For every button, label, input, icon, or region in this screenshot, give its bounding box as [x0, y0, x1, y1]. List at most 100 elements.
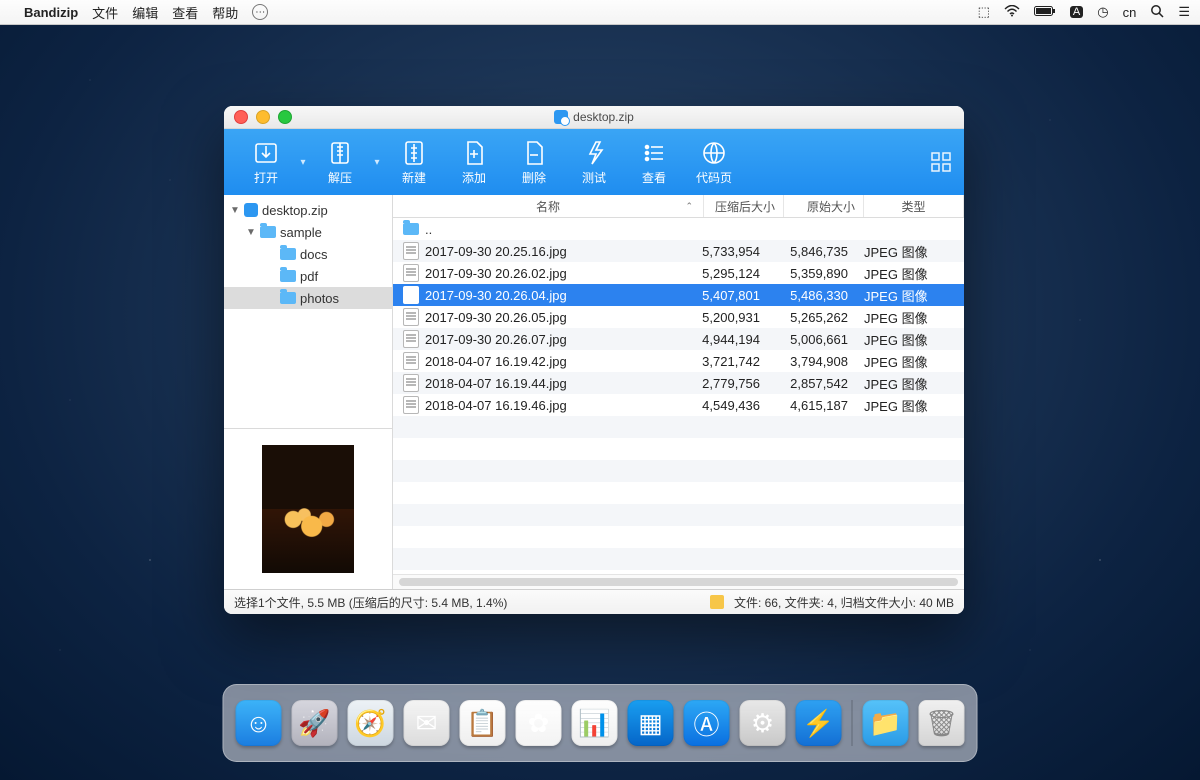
- view-icon: [640, 139, 668, 167]
- empty-row: [393, 460, 964, 482]
- menu-help[interactable]: 帮助: [212, 3, 238, 22]
- file-icon: [403, 308, 419, 326]
- input-method-indicator[interactable]: A: [1070, 6, 1083, 18]
- dock-bandizip[interactable]: ⚡: [796, 700, 842, 746]
- file-row[interactable]: 2018-04-07 16.19.42.jpg3,721,7423,794,90…: [393, 350, 964, 372]
- parent-folder-row[interactable]: ..: [393, 218, 964, 240]
- window-minimize-button[interactable]: [256, 110, 270, 124]
- file-compressed-size: 4,549,436: [680, 398, 768, 413]
- file-rows: .. 2017-09-30 20.25.16.jpg5,733,9545,846…: [393, 218, 964, 574]
- toolbar-extract-dropdown[interactable]: ▾: [370, 157, 384, 168]
- menu-view[interactable]: 查看: [172, 3, 198, 22]
- file-icon: [403, 352, 419, 370]
- col-header-compressed[interactable]: 压缩后大小: [704, 195, 784, 217]
- file-original-size: 5,359,890: [768, 266, 856, 281]
- file-row[interactable]: 2017-09-30 20.26.05.jpg5,200,9315,265,26…: [393, 306, 964, 328]
- file-name: 2017-09-30 20.26.05.jpg: [425, 310, 567, 325]
- file-type: JPEG 图像: [856, 242, 964, 261]
- open-icon: [252, 139, 280, 167]
- tree-node-docs[interactable]: docs: [224, 243, 392, 265]
- col-header-name[interactable]: 名称⌃: [393, 195, 704, 217]
- menu-edit[interactable]: 编辑: [132, 3, 158, 22]
- folder-icon: [280, 292, 296, 304]
- battery-icon[interactable]: [1034, 5, 1056, 20]
- window-close-button[interactable]: [234, 110, 248, 124]
- dock-reminders[interactable]: 📋: [460, 700, 506, 746]
- file-original-size: 2,857,542: [768, 376, 856, 391]
- col-header-original[interactable]: 原始大小: [784, 195, 864, 217]
- dock-launchpad[interactable]: 🚀: [292, 700, 338, 746]
- toolbar-gallery-button[interactable]: [930, 151, 952, 173]
- toolbar-codepage-button[interactable]: 代码页: [684, 132, 744, 192]
- file-compressed-size: 2,779,756: [680, 376, 768, 391]
- toolbar-extract-button[interactable]: 解压: [310, 132, 370, 192]
- input-method-label[interactable]: cn: [1123, 5, 1137, 20]
- file-row[interactable]: 2017-09-30 20.25.16.jpg5,733,9545,846,73…: [393, 240, 964, 262]
- file-row[interactable]: 2017-09-30 20.26.07.jpg4,944,1945,006,66…: [393, 328, 964, 350]
- horizontal-scrollbar[interactable]: [393, 574, 964, 589]
- dock-settings[interactable]: ⚙: [740, 700, 786, 746]
- file-original-size: 5,846,735: [768, 244, 856, 259]
- control-center-icon[interactable]: ☰: [1178, 4, 1190, 20]
- dock-appstore[interactable]: Ⓐ: [684, 700, 730, 746]
- window-zoom-button[interactable]: [278, 110, 292, 124]
- file-row[interactable]: 2018-04-07 16.19.44.jpg2,779,7562,857,54…: [393, 372, 964, 394]
- toolbar-test-button[interactable]: 测试: [564, 132, 624, 192]
- file-type: JPEG 图像: [856, 286, 964, 305]
- col-header-type[interactable]: 类型: [864, 195, 964, 217]
- file-compressed-size: 3,721,742: [680, 354, 768, 369]
- file-row[interactable]: 2018-04-07 16.19.46.jpg 4,549,4364,615,18…: [393, 394, 964, 416]
- file-compressed-size: 5,407,801: [680, 288, 768, 303]
- preview-pane: [224, 428, 392, 589]
- dock-numbers[interactable]: 📊: [572, 700, 618, 746]
- tree-root-label: desktop.zip: [262, 203, 328, 218]
- file-original-size: 5,006,661: [768, 332, 856, 347]
- disclosure-triangle[interactable]: ▼: [246, 227, 256, 238]
- preview-thumbnail: [262, 445, 354, 573]
- file-type: JPEG 图像: [856, 396, 964, 415]
- dock-trash[interactable]: 🗑: [919, 700, 965, 746]
- toolbar-open-button[interactable]: 打开: [236, 132, 296, 192]
- file-name: 2018-04-07 16.19.46.jpg: [425, 398, 567, 413]
- tree-node-photos[interactable]: photos: [224, 287, 392, 309]
- menu-file[interactable]: 文件: [92, 3, 118, 22]
- empty-row: [393, 416, 964, 438]
- file-original-size: 5,486,330: [768, 288, 856, 303]
- toolbar-add-button[interactable]: 添加: [444, 132, 504, 192]
- archive-folder-icon: [710, 595, 724, 609]
- file-row[interactable]: 2017-09-30 20.26.02.jpg5,295,1245,359,89…: [393, 262, 964, 284]
- file-original-size: 4,615,187: [768, 398, 856, 413]
- clock-icon[interactable]: ◷: [1097, 4, 1108, 20]
- dock-keynote[interactable]: ▦: [628, 700, 674, 746]
- wifi-icon[interactable]: [1004, 5, 1020, 20]
- dock-downloads[interactable]: 📁: [863, 700, 909, 746]
- file-type: JPEG 图像: [856, 374, 964, 393]
- disclosure-triangle[interactable]: ▼: [230, 205, 240, 216]
- dock-mail[interactable]: ✉: [404, 700, 450, 746]
- sort-indicator-icon: ⌃: [685, 201, 693, 212]
- toolbar-new-button[interactable]: 新建: [384, 132, 444, 192]
- dock-finder[interactable]: ☺: [236, 700, 282, 746]
- app-window: desktop.zip 打开 ▾ 解压 ▾ 新建 添加 删除: [224, 106, 964, 614]
- file-name: 2017-09-30 20.26.02.jpg: [425, 266, 567, 281]
- extract-icon: [326, 139, 354, 167]
- file-type: JPEG 图像: [856, 352, 964, 371]
- spotlight-icon[interactable]: [1150, 4, 1164, 21]
- dock-safari[interactable]: 🧭: [348, 700, 394, 746]
- archive-tree: ▼ desktop.zip ▼ sample docs: [224, 195, 392, 428]
- file-compressed-size: 5,200,931: [680, 310, 768, 325]
- dropbox-icon[interactable]: ⬚: [978, 4, 990, 20]
- menu-extra-icon[interactable]: ⋯: [252, 4, 268, 20]
- file-icon: [403, 396, 419, 414]
- tree-node-sample[interactable]: ▼ sample: [224, 221, 392, 243]
- toolbar-view-button[interactable]: 查看: [624, 132, 684, 192]
- toolbar: 打开 ▾ 解压 ▾ 新建 添加 删除 测试 查看: [224, 129, 964, 195]
- toolbar-open-dropdown[interactable]: ▾: [296, 157, 310, 168]
- tree-root[interactable]: ▼ desktop.zip: [224, 199, 392, 221]
- column-headers: 名称⌃ 压缩后大小 原始大小 类型: [393, 195, 964, 218]
- file-row[interactable]: 2017-09-30 20.26.04.jpg5,407,8015,486,33…: [393, 284, 964, 306]
- dock-photos[interactable]: ✿: [516, 700, 562, 746]
- app-name[interactable]: Bandizip: [24, 5, 78, 20]
- toolbar-delete-button[interactable]: 删除: [504, 132, 564, 192]
- tree-node-pdf[interactable]: pdf: [224, 265, 392, 287]
